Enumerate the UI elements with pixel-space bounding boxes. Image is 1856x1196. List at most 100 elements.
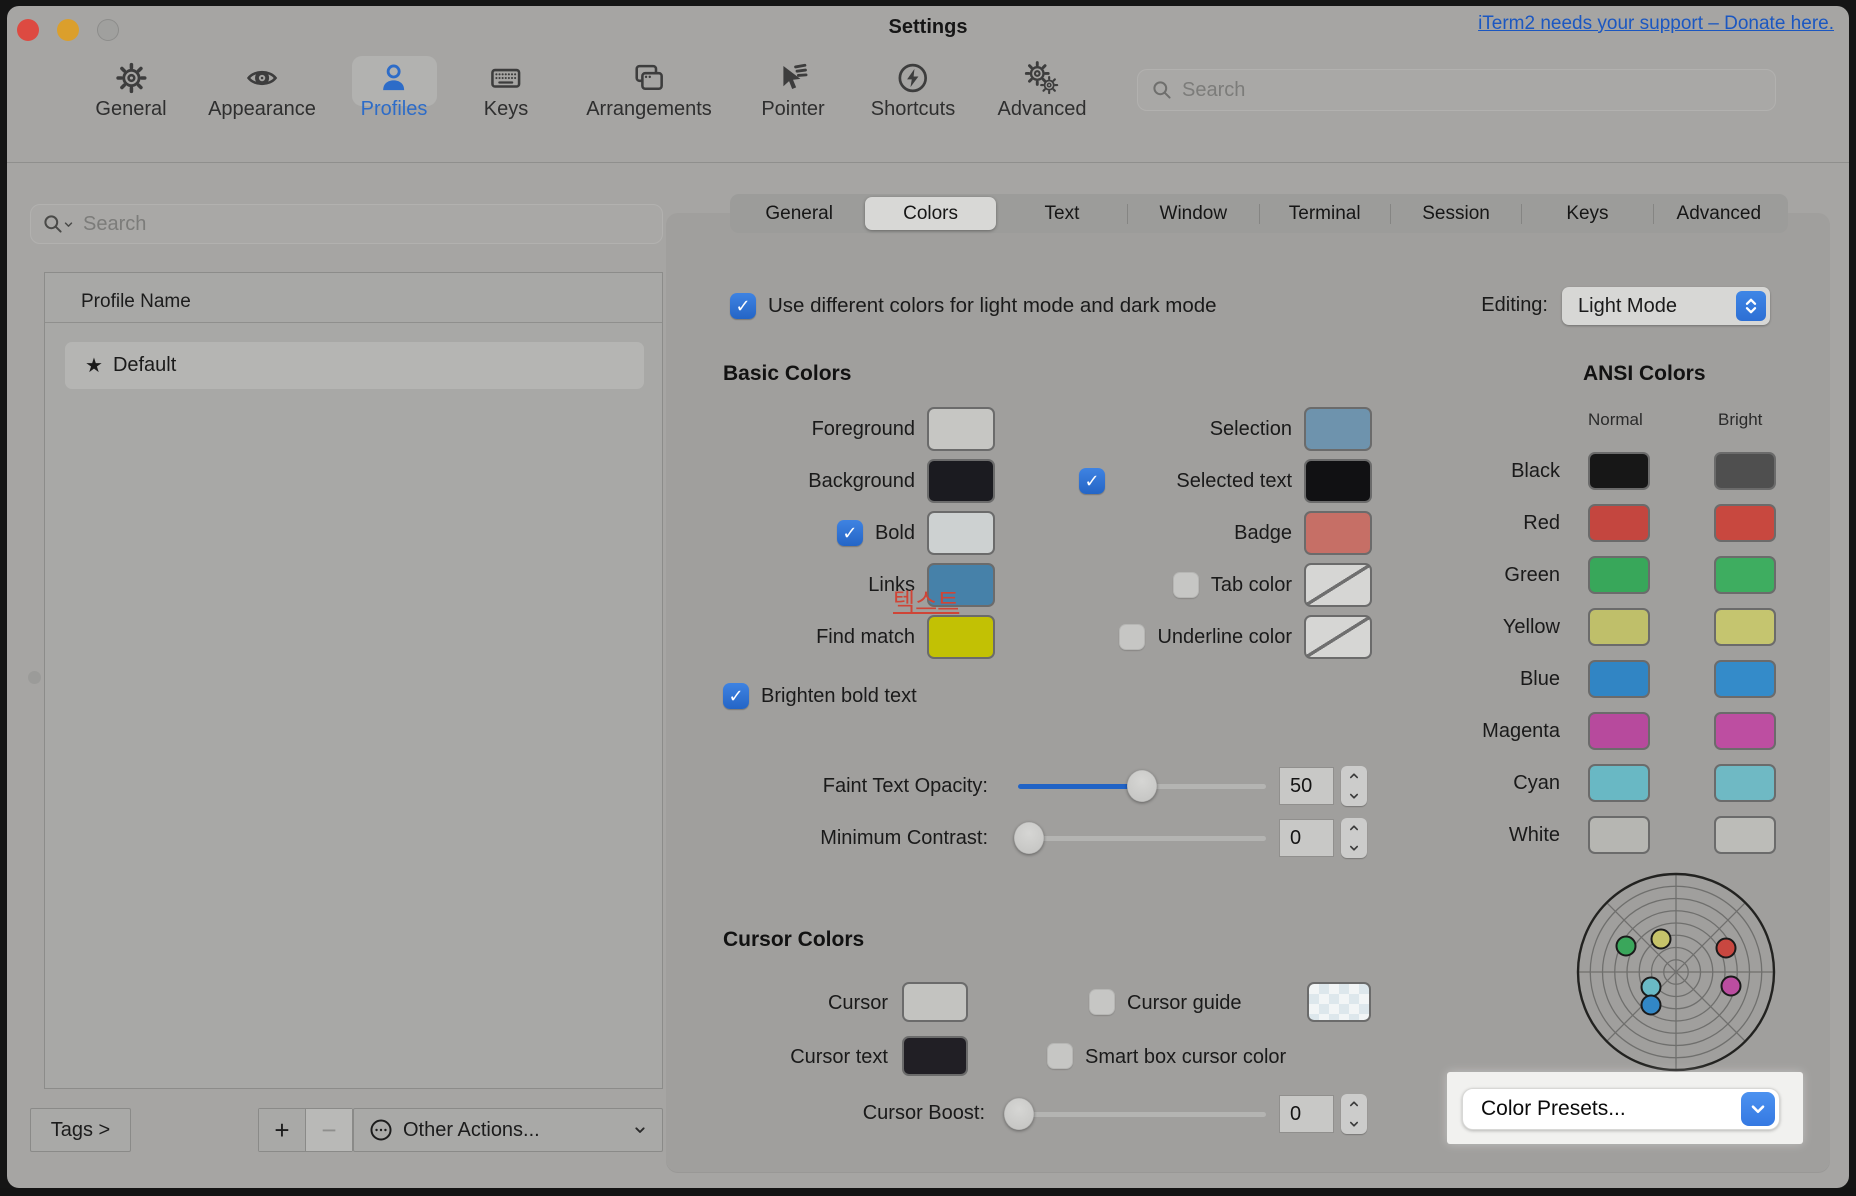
- background-swatch[interactable]: [927, 459, 995, 503]
- wheel-dot-cyan[interactable]: [1642, 978, 1661, 997]
- selected-text-swatch[interactable]: [1304, 459, 1372, 503]
- ansi-yellow-label: Yellow: [1380, 616, 1560, 639]
- wheel-dot-red[interactable]: [1717, 939, 1736, 958]
- ansi-cyan-normal-swatch[interactable]: [1588, 764, 1650, 802]
- tab-window[interactable]: Window: [1128, 194, 1258, 233]
- toolbar-item-pointer[interactable]: Pointer: [761, 60, 824, 121]
- selected-text-checkbox[interactable]: ✓: [1079, 468, 1105, 494]
- ansi-black-normal-swatch[interactable]: [1588, 452, 1650, 490]
- toolbar-item-profiles[interactable]: Profiles: [361, 60, 428, 121]
- ansi-cyan-bright-swatch[interactable]: [1714, 764, 1776, 802]
- tab-terminal[interactable]: Terminal: [1260, 194, 1390, 233]
- toolbar-search-input[interactable]: Search: [1137, 69, 1776, 111]
- cursor-boost-stepper[interactable]: [1341, 1094, 1367, 1134]
- ansi-red-bright-swatch[interactable]: [1714, 504, 1776, 542]
- ansi-magenta-normal-swatch[interactable]: [1588, 712, 1650, 750]
- tab-colors[interactable]: Colors: [865, 197, 995, 230]
- tab-keys[interactable]: Keys: [1522, 194, 1652, 233]
- ansi-green-bright-swatch[interactable]: [1714, 556, 1776, 594]
- cursor-text-swatch[interactable]: [902, 1036, 968, 1076]
- add-remove-group: + −: [258, 1108, 353, 1152]
- find-match-label: Find match: [816, 626, 915, 649]
- toolbar-item-keys[interactable]: Keys: [484, 60, 528, 121]
- remove-profile-button[interactable]: −: [306, 1109, 352, 1151]
- wheel-dot-magenta[interactable]: [1722, 977, 1741, 996]
- cursor-boost-value[interactable]: 0: [1279, 1095, 1334, 1133]
- star-icon: ★: [85, 353, 103, 378]
- ansi-colors-heading: ANSI Colors: [1583, 362, 1706, 386]
- cursor-boost-slider[interactable]: [1008, 1112, 1266, 1117]
- donate-link[interactable]: iTerm2 needs your support – Donate here.: [1478, 13, 1834, 35]
- wheel-dot-green[interactable]: [1617, 937, 1636, 956]
- ansi-black-bright-swatch[interactable]: [1714, 452, 1776, 490]
- toolbar-item-advanced[interactable]: Advanced: [998, 60, 1087, 121]
- cursor-boost-slider-thumb[interactable]: [1004, 1098, 1034, 1130]
- badge-swatch[interactable]: [1304, 511, 1372, 555]
- bold-swatch[interactable]: [927, 511, 995, 555]
- underline-color-checkbox[interactable]: [1119, 624, 1145, 650]
- add-profile-button[interactable]: +: [259, 1109, 306, 1151]
- ansi-blue-bright-swatch[interactable]: [1714, 660, 1776, 698]
- toolbar-item-shortcuts[interactable]: Shortcuts: [871, 60, 955, 121]
- faint-opacity-value[interactable]: 50: [1279, 767, 1334, 805]
- smart-box-cursor-checkbox[interactable]: [1047, 1043, 1073, 1069]
- use-different-colors-label: Use different colors for light mode and …: [768, 294, 1217, 318]
- cursor-guide-checkbox[interactable]: [1089, 989, 1115, 1015]
- ansi-white-bright-swatch[interactable]: [1714, 816, 1776, 854]
- tab-text[interactable]: Text: [997, 194, 1127, 233]
- tab-general[interactable]: General: [734, 194, 864, 233]
- other-actions-dropdown[interactable]: Other Actions...: [353, 1108, 663, 1152]
- toolbar-item-arrangements[interactable]: Arrangements: [586, 60, 712, 121]
- faint-opacity-stepper[interactable]: [1341, 766, 1367, 806]
- tab-color-swatch[interactable]: [1304, 563, 1372, 607]
- bold-row: ✓ Bold: [723, 513, 995, 553]
- gear-icon: [113, 60, 149, 96]
- tags-button-label: Tags >: [51, 1119, 110, 1142]
- tab-color-checkbox[interactable]: [1173, 572, 1199, 598]
- ansi-yellow-normal-swatch[interactable]: [1588, 608, 1650, 646]
- wheel-dot-yellow[interactable]: [1652, 930, 1671, 949]
- cursor-guide-swatch[interactable]: [1307, 982, 1371, 1022]
- ansi-yellow-bright-swatch[interactable]: [1714, 608, 1776, 646]
- toolbar-item-appearance[interactable]: Appearance: [208, 60, 316, 121]
- color-presets-dropdown[interactable]: Color Presets...: [1462, 1088, 1780, 1130]
- cursor-swatch[interactable]: [902, 982, 968, 1022]
- ansi-blue-label: Blue: [1380, 668, 1560, 691]
- minus-icon: −: [321, 1115, 336, 1146]
- bold-checkbox[interactable]: ✓: [837, 520, 863, 546]
- selection-swatch[interactable]: [1304, 407, 1372, 451]
- ansi-red-normal-swatch[interactable]: [1588, 504, 1650, 542]
- minimum-contrast-slider-thumb[interactable]: [1014, 822, 1044, 854]
- editing-mode-popup[interactable]: Light Mode: [1562, 287, 1770, 325]
- editing-label: Editing:: [1400, 294, 1548, 317]
- sidebar-search-input[interactable]: Search: [30, 204, 663, 244]
- ansi-green-normal-swatch[interactable]: [1588, 556, 1650, 594]
- minimum-contrast-stepper[interactable]: [1341, 818, 1367, 858]
- ansi-magenta-bright-swatch[interactable]: [1714, 712, 1776, 750]
- profile-row-selected[interactable]: ★ Default: [65, 342, 644, 389]
- color-wheel[interactable]: [1576, 872, 1776, 1072]
- toolbar-item-label: Appearance: [208, 98, 316, 121]
- ansi-blue-normal-swatch[interactable]: [1588, 660, 1650, 698]
- toolbar-item-label: Shortcuts: [871, 98, 955, 121]
- annotation-overlay-text: 텍스트: [893, 582, 959, 617]
- search-placeholder: Search: [83, 213, 146, 236]
- wheel-dot-blue[interactable]: [1642, 996, 1661, 1015]
- backdrop-bottom: [0, 1188, 1856, 1196]
- minimum-contrast-value[interactable]: 0: [1279, 819, 1334, 857]
- underline-color-swatch[interactable]: [1304, 615, 1372, 659]
- toolbar-item-general[interactable]: General: [95, 60, 166, 121]
- person-icon: [376, 60, 412, 96]
- tags-button[interactable]: Tags >: [30, 1108, 131, 1152]
- tab-advanced[interactable]: Advanced: [1654, 194, 1784, 233]
- faint-opacity-slider-thumb[interactable]: [1127, 770, 1157, 802]
- tab-session[interactable]: Session: [1391, 194, 1521, 233]
- find-match-swatch[interactable]: [927, 615, 995, 659]
- use-different-colors-checkbox[interactable]: ✓: [730, 293, 756, 319]
- circle-ellipsis-icon: [368, 1117, 394, 1143]
- selection-label: Selection: [1210, 418, 1292, 441]
- ansi-white-normal-swatch[interactable]: [1588, 816, 1650, 854]
- minimum-contrast-slider[interactable]: [1018, 836, 1266, 841]
- brighten-bold-checkbox[interactable]: ✓: [723, 683, 749, 709]
- foreground-swatch[interactable]: [927, 407, 995, 451]
